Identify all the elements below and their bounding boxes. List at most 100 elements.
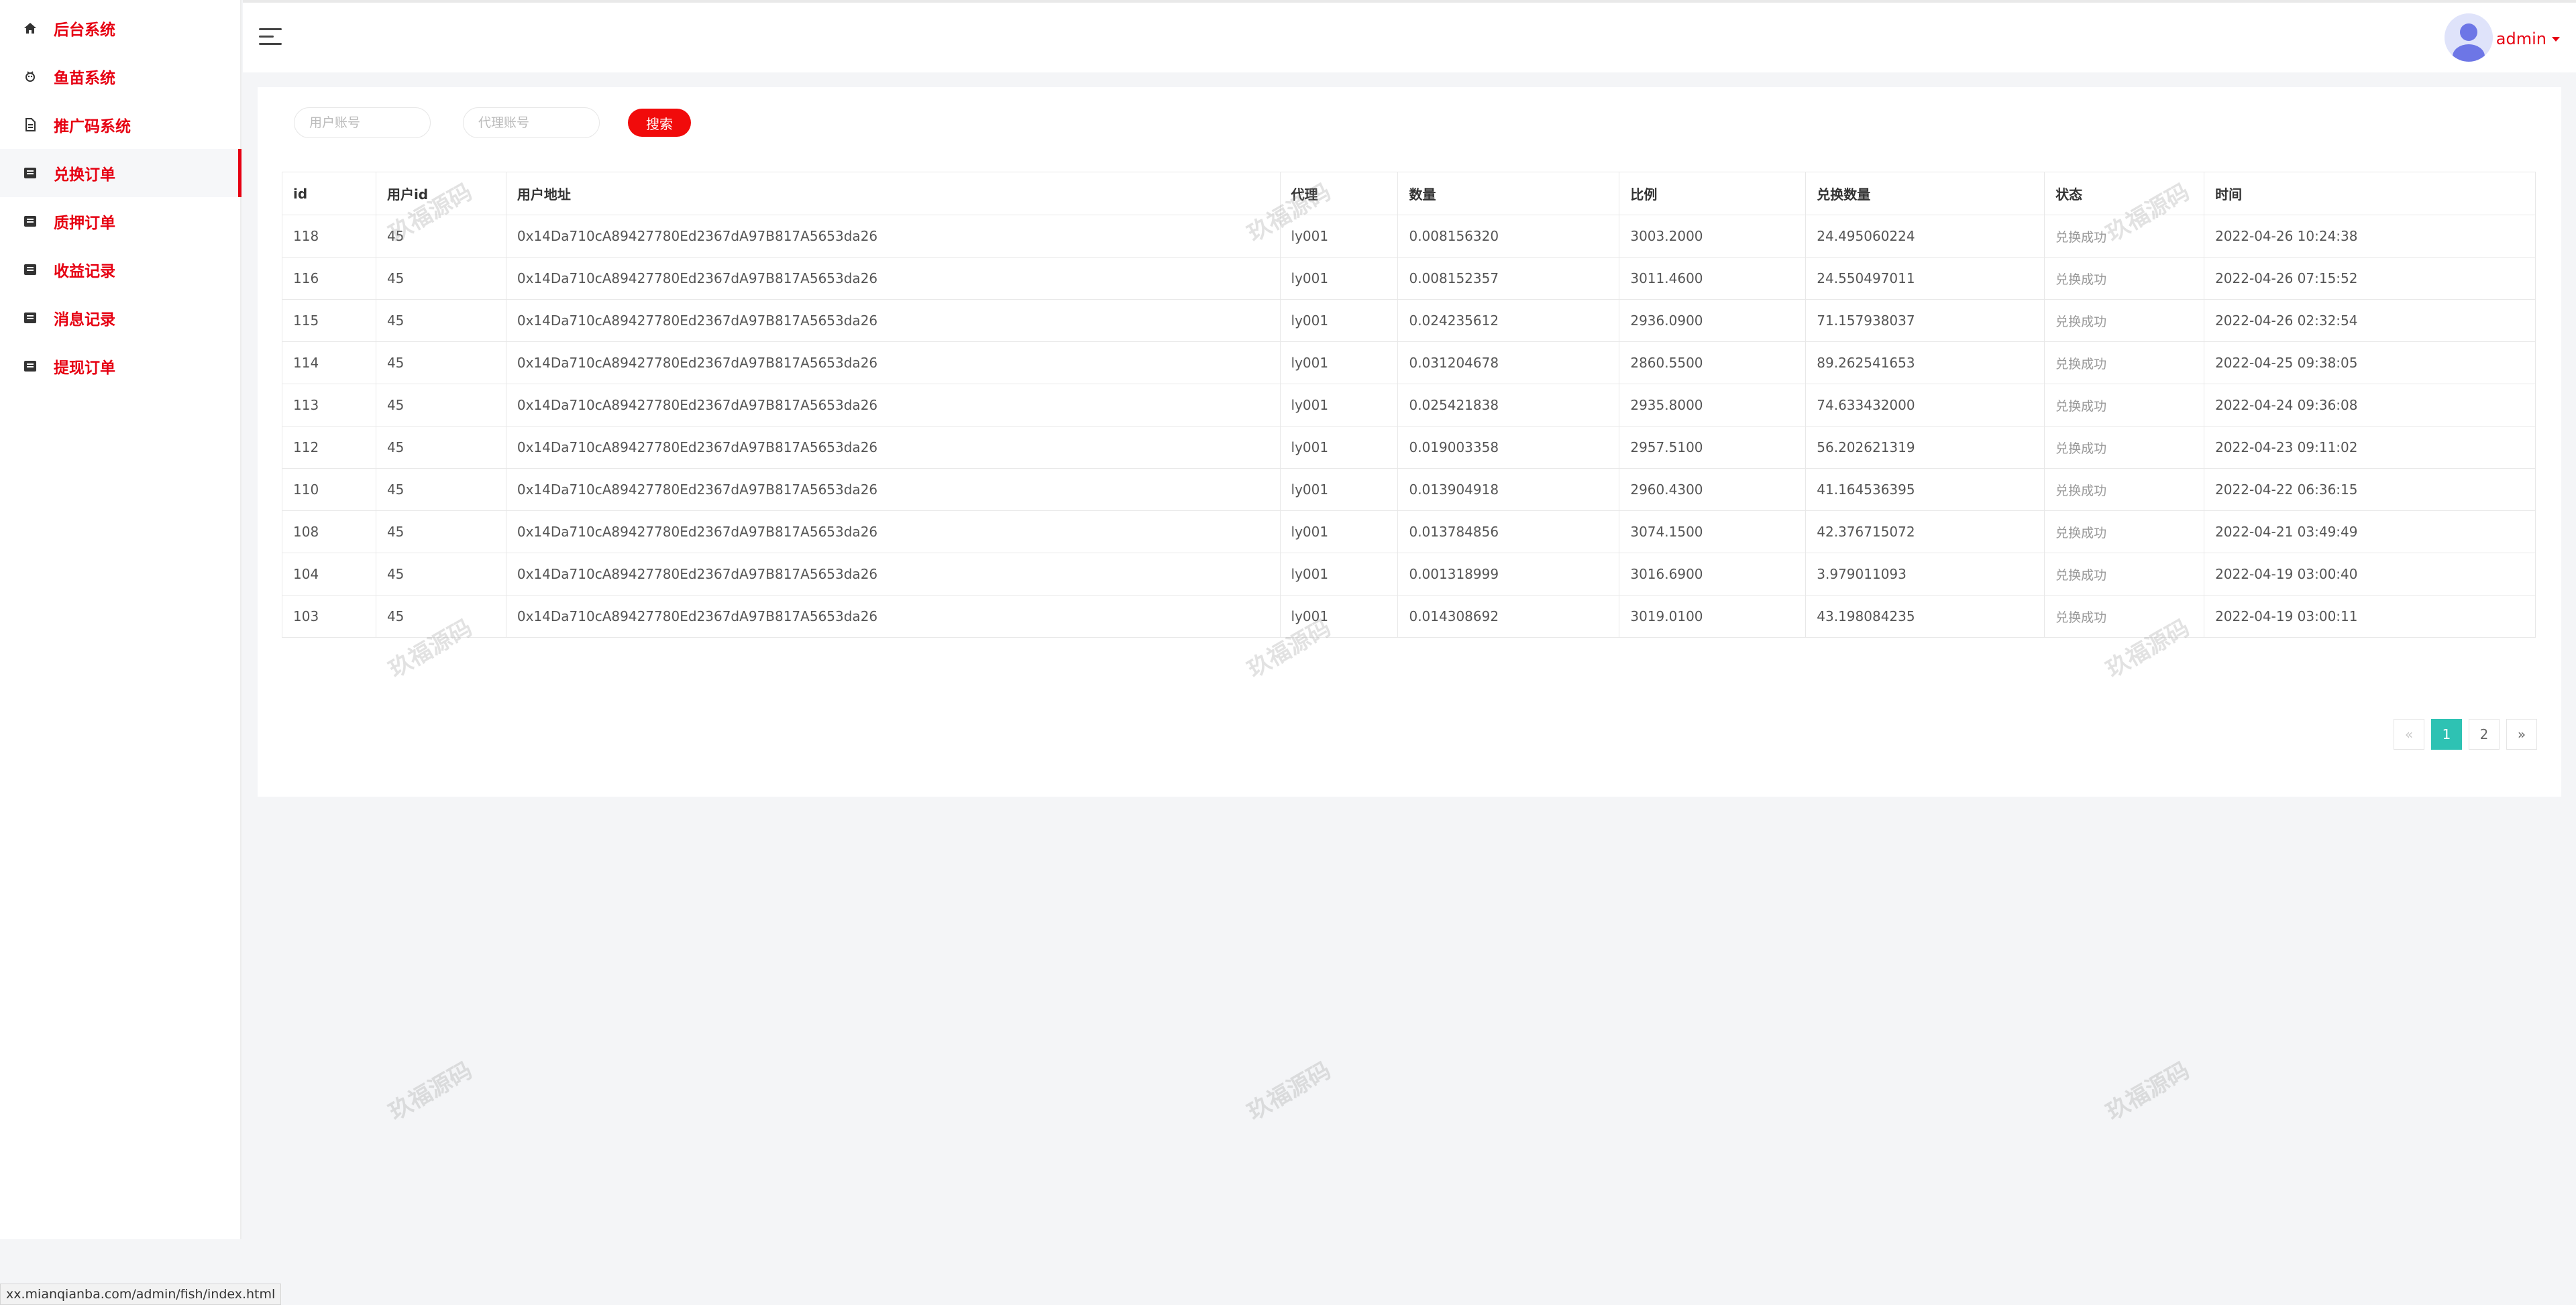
table-cell: 115 — [282, 299, 376, 342]
sidebar-item-fish-system[interactable]: 鱼苗系统 — [0, 52, 241, 101]
table-cell: 0x14Da710cA89427780Ed2367dA97B817A5653da… — [505, 468, 1281, 511]
table-cell: 89.262541653 — [1805, 341, 2045, 384]
sidebar: 后台系统 鱼苗系统 推广码系统 兑换订单 质押订单 收益记录 消息记录 提现订单 — [0, 0, 241, 1239]
table-cell: 2960.4300 — [1619, 468, 1807, 511]
next-page-button[interactable]: » — [2506, 719, 2537, 750]
table-cell: 74.633432000 — [1805, 384, 2045, 427]
table-cell: 2022-04-22 06:36:15 — [2204, 468, 2536, 511]
table-row: 110 45 0x14Da710cA89427780Ed2367dA97B817A5… — [282, 468, 2536, 511]
table-cell: 2957.5100 — [1619, 426, 1807, 469]
table-cell: 3003.2000 — [1619, 215, 1807, 258]
sidebar-item-dashboard[interactable]: 后台系统 — [0, 4, 241, 52]
sidebar-item-message-records[interactable]: 消息记录 — [0, 294, 241, 342]
table-cell: 0.008152357 — [1397, 257, 1620, 300]
column-header: 数量 — [1397, 172, 1620, 215]
table-cell: 45 — [375, 426, 506, 469]
table-row: 108 45 0x14Da710cA89427780Ed2367dA97B817A5… — [282, 510, 2536, 553]
fish-icon — [23, 69, 38, 84]
table-cell: 2860.5500 — [1619, 341, 1807, 384]
table-cell: 41.164536395 — [1805, 468, 2045, 511]
table-cell: 118 — [282, 215, 376, 258]
table-cell: 兑换成功 — [2044, 468, 2205, 511]
list-icon — [23, 166, 38, 180]
table-cell: 3074.1500 — [1619, 510, 1807, 553]
table-row: 113 45 0x14Da710cA89427780Ed2367dA97B817A5… — [282, 384, 2536, 427]
search-button[interactable]: 搜索 — [628, 109, 691, 137]
table-cell: 兑换成功 — [2044, 341, 2205, 384]
page-button-2[interactable]: 2 — [2469, 719, 2500, 750]
table-cell: 0.013904918 — [1397, 468, 1620, 511]
table-cell: 0x14Da710cA89427780Ed2367dA97B817A5653da… — [505, 426, 1281, 469]
table-cell: 3011.4600 — [1619, 257, 1807, 300]
table-row: 115 45 0x14Da710cA89427780Ed2367dA97B817A5… — [282, 299, 2536, 342]
hamburger-icon[interactable] — [259, 28, 282, 47]
column-header: 比例 — [1619, 172, 1807, 215]
table-cell: 兑换成功 — [2044, 215, 2205, 258]
table-cell: 45 — [375, 257, 506, 300]
table-cell: 3016.6900 — [1619, 553, 1807, 595]
table-cell: 110 — [282, 468, 376, 511]
table-cell: 103 — [282, 595, 376, 638]
watermark: 玖福源码 — [384, 1057, 477, 1126]
sidebar-item-label: 兑换订单 — [54, 166, 115, 184]
table-cell: 114 — [282, 341, 376, 384]
sidebar-item-withdraw-orders[interactable]: 提现订单 — [0, 342, 241, 390]
table-cell: 兑换成功 — [2044, 553, 2205, 595]
pagination: « 1 2 » — [2387, 719, 2537, 750]
table-cell: 71.157938037 — [1805, 299, 2045, 342]
table-row: 116 45 0x14Da710cA89427780Ed2367dA97B817A5… — [282, 257, 2536, 300]
page-button-1[interactable]: 1 — [2431, 719, 2462, 750]
table-cell: 0.031204678 — [1397, 341, 1620, 384]
table-cell: 45 — [375, 510, 506, 553]
user-avatar-icon[interactable] — [2445, 13, 2493, 62]
list-icon — [23, 214, 38, 229]
column-header: 时间 — [2204, 172, 2536, 215]
agent-account-input[interactable] — [463, 107, 600, 138]
table-cell: 0x14Da710cA89427780Ed2367dA97B817A5653da… — [505, 384, 1281, 427]
sidebar-item-pledge-orders[interactable]: 质押订单 — [0, 197, 241, 245]
table-cell: 45 — [375, 215, 506, 258]
table-cell: 0.001318999 — [1397, 553, 1620, 595]
table-cell: ly001 — [1279, 510, 1399, 553]
table-row: 112 45 0x14Da710cA89427780Ed2367dA97B817A5… — [282, 426, 2536, 469]
table-cell: 45 — [375, 341, 506, 384]
table-cell: 0.025421838 — [1397, 384, 1620, 427]
table-cell: 0x14Da710cA89427780Ed2367dA97B817A5653da… — [505, 341, 1281, 384]
table-cell: 0x14Da710cA89427780Ed2367dA97B817A5653da… — [505, 595, 1281, 638]
table-cell: 3019.0100 — [1619, 595, 1807, 638]
table-cell: 45 — [375, 595, 506, 638]
table-cell: 兑换成功 — [2044, 257, 2205, 300]
table-cell: 兑换成功 — [2044, 426, 2205, 469]
user-account-input[interactable] — [294, 107, 431, 138]
watermark: 玖福源码 — [2101, 1057, 2194, 1126]
table-cell: 2022-04-25 09:38:05 — [2204, 341, 2536, 384]
list-icon — [23, 310, 38, 325]
table-cell: 0x14Da710cA89427780Ed2367dA97B817A5653da… — [505, 510, 1281, 553]
sidebar-item-income-records[interactable]: 收益记录 — [0, 245, 241, 294]
table-cell: 0.014308692 — [1397, 595, 1620, 638]
table-cell: 2022-04-26 10:24:38 — [2204, 215, 2536, 258]
sidebar-item-label: 质押订单 — [54, 215, 115, 232]
table-cell: ly001 — [1279, 426, 1399, 469]
table-cell: 112 — [282, 426, 376, 469]
column-header: 用户地址 — [505, 172, 1281, 215]
user-name[interactable]: admin — [2496, 30, 2546, 48]
table-cell: 0x14Da710cA89427780Ed2367dA97B817A5653da… — [505, 215, 1281, 258]
table-row: 103 45 0x14Da710cA89427780Ed2367dA97B817A5… — [282, 595, 2536, 638]
sidebar-item-promo-code[interactable]: 推广码系统 — [0, 101, 241, 149]
table-cell: 43.198084235 — [1805, 595, 2045, 638]
table-row: 104 45 0x14Da710cA89427780Ed2367dA97B817A5… — [282, 553, 2536, 595]
table-cell: 24.495060224 — [1805, 215, 2045, 258]
caret-down-icon[interactable] — [2552, 37, 2560, 42]
table-cell: 104 — [282, 553, 376, 595]
table-cell: 兑换成功 — [2044, 299, 2205, 342]
sidebar-item-exchange-orders[interactable]: 兑换订单 — [0, 149, 241, 197]
sidebar-item-label: 收益记录 — [54, 263, 115, 280]
prev-page-button[interactable]: « — [2394, 719, 2424, 750]
table-cell: 0x14Da710cA89427780Ed2367dA97B817A5653da… — [505, 299, 1281, 342]
sidebar-item-label: 提现订单 — [54, 359, 115, 377]
table-cell: 0x14Da710cA89427780Ed2367dA97B817A5653da… — [505, 257, 1281, 300]
table-cell: 2022-04-26 02:32:54 — [2204, 299, 2536, 342]
sidebar-item-label: 鱼苗系统 — [54, 70, 115, 87]
table-cell: 45 — [375, 384, 506, 427]
